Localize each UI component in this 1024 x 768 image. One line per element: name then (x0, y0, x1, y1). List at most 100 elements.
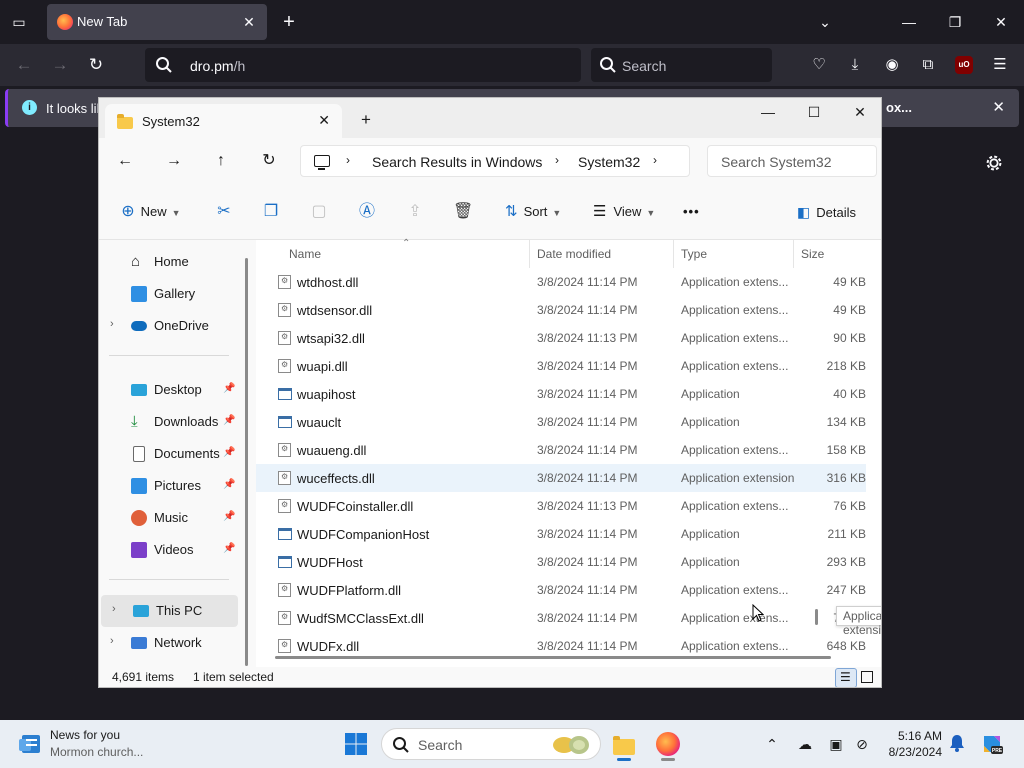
hamburger-menu-icon[interactable]: ☰ (990, 55, 1010, 75)
show-hidden-icons-chevron-icon[interactable]: ⌃ (762, 734, 782, 754)
table-row[interactable]: wuceffects.dll 3/8/2024 11:14 PM Applicati… (256, 464, 866, 492)
rename-icon[interactable]: Ⓐ (357, 202, 377, 222)
delete-icon[interactable]: 🗑 (453, 202, 473, 222)
firefox-taskbar-button[interactable] (652, 728, 684, 761)
expand-chevron-icon[interactable]: › (110, 318, 114, 330)
network-status-icon[interactable]: ⊘ (852, 734, 872, 754)
close-window-icon[interactable]: ✕ (837, 98, 881, 128)
news-title[interactable]: News for you (50, 728, 120, 742)
nav-item-documents[interactable]: Documents 📌 (99, 438, 239, 470)
cut-icon[interactable]: ✂ (214, 202, 234, 222)
url-bar[interactable]: dro.pm/h (145, 48, 581, 82)
column-header-date-modified[interactable]: Date modified (537, 245, 611, 267)
table-row[interactable]: wuapihost 3/8/2024 11:14 PM Application 40 … (256, 380, 866, 408)
maximize-window-icon[interactable]: ☐ (791, 98, 837, 128)
view-button[interactable]: ☰ View ▼ (593, 202, 655, 224)
close-tab-icon[interactable]: ✕ (239, 12, 259, 32)
up-arrow-icon[interactable]: ↑ (210, 150, 232, 172)
copilot-icon[interactable]: PRE (980, 732, 1004, 756)
nav-item-downloads[interactable]: ⤓ Downloads 📌 (99, 406, 239, 438)
column-divider[interactable] (529, 240, 530, 268)
column-divider[interactable] (793, 240, 794, 268)
nav-item-music[interactable]: Music 📌 (99, 502, 239, 534)
table-row[interactable]: WUDFHost 3/8/2024 11:14 PM Application 293 … (256, 548, 866, 576)
minimize-window-icon[interactable]: — (886, 0, 932, 44)
column-divider[interactable] (673, 240, 674, 268)
close-window-icon[interactable]: ✕ (978, 0, 1024, 44)
new-button[interactable]: ⊕ New ▼ (119, 202, 180, 224)
display-icon[interactable]: ▣ (826, 734, 846, 754)
table-row[interactable]: wtsapi32.dll 3/8/2024 11:13 PM Application… (256, 324, 866, 352)
nav-item-this-pc[interactable]: › This PC (101, 595, 238, 627)
add-tab-icon[interactable]: + (361, 110, 371, 130)
nav-item-network[interactable]: › Network (99, 627, 239, 659)
browser-search-box[interactable]: Search (591, 48, 772, 82)
browser-tab-new-tab[interactable]: New Tab ✕ (47, 4, 267, 40)
breadcrumb-search-results[interactable]: Search Results in Windows (372, 154, 542, 170)
back-arrow-icon[interactable]: ← (114, 150, 136, 172)
breadcrumb-chevron-icon[interactable]: › (653, 153, 657, 167)
onedrive-offline-icon[interactable]: ☁ (795, 734, 815, 754)
nav-item-onedrive[interactable]: › OneDrive (99, 310, 239, 342)
share-icon[interactable]: ⇪ (405, 202, 425, 222)
close-tab-icon[interactable]: ✕ (318, 112, 330, 129)
horizontal-scrollbar-thumb[interactable] (275, 656, 831, 659)
table-row[interactable]: WudfSMCClassExt.dll 3/8/2024 11:14 PM Appl… (256, 604, 866, 632)
table-row[interactable]: wtdsensor.dll 3/8/2024 11:14 PM Applicatio… (256, 296, 866, 324)
new-tab-plus-icon[interactable]: + (278, 11, 300, 33)
pin-icon[interactable]: 📌 (223, 383, 235, 394)
clock-time[interactable]: 5:16 AM (870, 729, 942, 743)
more-options-icon[interactable]: ••• (683, 202, 700, 224)
news-subtitle[interactable]: Mormon church... (50, 745, 143, 759)
gear-icon[interactable] (983, 152, 1005, 174)
notification-action-button[interactable]: ox... (886, 100, 912, 115)
account-icon[interactable]: ◉ (882, 55, 902, 75)
forward-arrow-icon[interactable]: → (163, 150, 185, 172)
forward-arrow-icon[interactable]: → (48, 53, 72, 77)
news-widget-icon[interactable] (18, 733, 42, 755)
table-row[interactable]: wtdhost.dll 3/8/2024 11:14 PM Application … (256, 268, 866, 296)
breadcrumb-chevron-icon[interactable]: › (555, 153, 559, 167)
pin-icon[interactable]: 📌 (223, 543, 235, 554)
breadcrumb-chevron-icon[interactable]: › (346, 153, 350, 167)
back-arrow-icon[interactable]: ← (12, 53, 36, 77)
expand-chevron-icon[interactable]: › (112, 603, 116, 615)
nav-item-pictures[interactable]: Pictures 📌 (99, 470, 239, 502)
notification-close-icon[interactable]: ✕ (992, 98, 1005, 116)
explorer-tab-system32[interactable]: System32 ✕ (105, 104, 342, 138)
windows-start-icon[interactable] (344, 732, 368, 756)
nav-item-home[interactable]: ⌂ Home (99, 246, 239, 278)
pocket-icon[interactable]: ♡ (809, 55, 829, 75)
downloads-icon[interactable]: ⤓ (845, 55, 865, 75)
ublock-origin-icon[interactable]: uO (955, 56, 973, 74)
paste-icon[interactable]: ▢ (309, 202, 329, 222)
notification-bell-icon[interactable] (949, 734, 965, 752)
details-pane-button[interactable]: ◧ Details (797, 202, 856, 224)
address-bar[interactable]: › Search Results in Windows › System32 › (300, 145, 690, 177)
nav-item-videos[interactable]: Videos 📌 (99, 534, 239, 566)
column-header-size[interactable]: Size (801, 245, 824, 267)
table-row[interactable]: WUDFCompanionHost 3/8/2024 11:14 PM Applic… (256, 520, 866, 548)
sort-button[interactable]: ⇅ Sort ▼ (505, 202, 561, 224)
table-row[interactable]: wuapi.dll 3/8/2024 11:14 PM Application ex… (256, 352, 866, 380)
extensions-puzzle-icon[interactable]: ⧉ (918, 55, 938, 75)
expand-chevron-icon[interactable]: › (110, 635, 114, 647)
pin-icon[interactable]: 📌 (223, 479, 235, 490)
nav-item-gallery[interactable]: Gallery (99, 278, 239, 310)
column-header-type[interactable]: Type (681, 245, 707, 267)
list-all-tabs-chevron-icon[interactable]: ⌄ (814, 11, 836, 33)
refresh-icon[interactable]: ↻ (258, 150, 280, 172)
taskbar-search-box[interactable]: Search (381, 728, 601, 760)
breadcrumb-system32[interactable]: System32 (578, 154, 640, 170)
reload-icon[interactable]: ↻ (84, 53, 108, 77)
table-row[interactable]: WUDFPlatform.dll 3/8/2024 11:14 PM Applica… (256, 576, 866, 604)
minimize-window-icon[interactable]: — (745, 98, 791, 128)
copy-icon[interactable]: ❐ (261, 202, 281, 222)
details-view-toggle[interactable]: ☰ (835, 668, 857, 687)
clock-date[interactable]: 8/23/2024 (870, 745, 942, 759)
pin-icon[interactable]: 📌 (223, 511, 235, 522)
nav-scrollbar[interactable] (245, 258, 248, 666)
pin-icon[interactable]: 📌 (223, 447, 235, 458)
explorer-search-input[interactable]: Search System32 (707, 145, 877, 177)
nav-item-desktop[interactable]: Desktop 📌 (99, 374, 239, 406)
